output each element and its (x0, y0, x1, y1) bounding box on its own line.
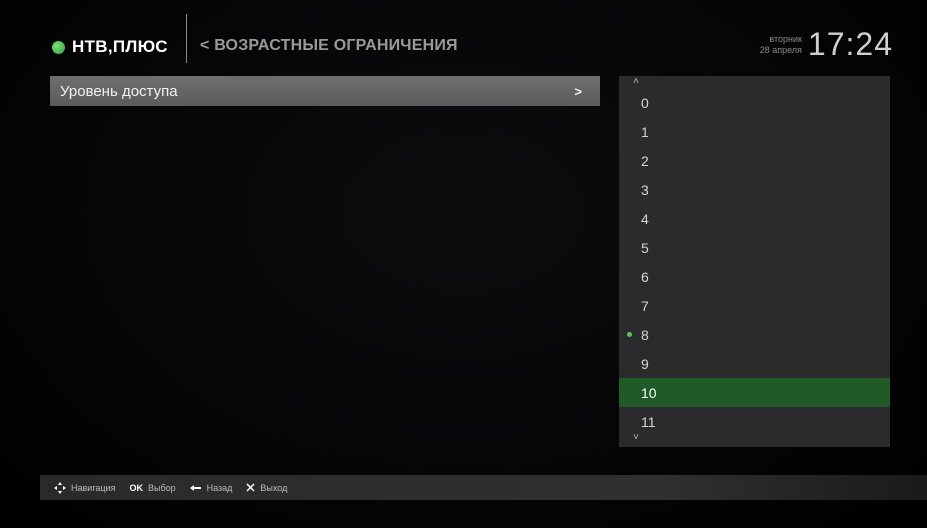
help-navigation: Навигация (54, 481, 116, 494)
date-block: вторник 28 апреля (760, 34, 802, 56)
list-item[interactable]: 7 (619, 291, 890, 320)
weekday: вторник (769, 33, 802, 44)
scroll-up-icon[interactable]: ˄ (633, 76, 639, 87)
datetime: вторник 28 апреля 17:24 (760, 26, 893, 63)
scroll-down-icon[interactable]: ˅ (633, 432, 639, 443)
access-level-list[interactable]: ˄ 0 1 2 3 4 5 6 7 8 9 10 11 ˅ (619, 76, 890, 447)
list-item[interactable]: 9 (619, 349, 890, 378)
logo-dot-icon (52, 40, 65, 54)
list-item[interactable]: 11 (619, 407, 890, 436)
help-bar: Навигация OK Выбор Назад Выход (40, 475, 927, 500)
header-divider (186, 14, 187, 63)
logo: НТВ,ПЛЮС (52, 37, 168, 57)
list-item[interactable]: 1 (619, 117, 890, 146)
header: НТВ,ПЛЮС < ВОЗРАСТНЫЕ ОГРАНИЧЕНИЯ вторни… (0, 0, 927, 70)
tv-settings-screen: НТВ,ПЛЮС < ВОЗРАСТНЫЕ ОГРАНИЧЕНИЯ вторни… (0, 0, 927, 528)
back-arrow-icon (189, 484, 202, 492)
menu-item-access-level[interactable]: Уровень доступа > (50, 76, 600, 106)
list-item-focused[interactable]: 10 (619, 378, 890, 407)
list-item[interactable]: 4 (619, 204, 890, 233)
list-item[interactable]: 3 (619, 175, 890, 204)
help-back: Назад (189, 482, 233, 493)
list-item-label: 8 (641, 326, 649, 343)
list-item[interactable]: 0 (619, 88, 890, 117)
logo-text: НТВ,ПЛЮС (72, 37, 168, 56)
help-back-label: Назад (206, 482, 233, 493)
list-item[interactable]: 2 (619, 146, 890, 175)
menu-item-label: Уровень доступа (60, 82, 178, 100)
chevron-right-icon: > (574, 83, 582, 99)
breadcrumb[interactable]: < ВОЗРАСТНЫЕ ОГРАНИЧЕНИЯ (200, 37, 458, 55)
ok-key: OK (129, 482, 143, 493)
help-navigation-label: Навигация (71, 482, 116, 493)
list-item[interactable]: 5 (619, 233, 890, 262)
dpad-icon (54, 481, 66, 494)
list-item[interactable]: 6 (619, 262, 890, 291)
help-exit-label: Выход (260, 482, 288, 493)
clock: 17:24 (807, 26, 893, 62)
close-icon (246, 483, 255, 492)
help-ok-label: Выбор (147, 482, 176, 493)
list-item-selected[interactable]: 8 (619, 320, 890, 349)
help-ok: OK Выбор (129, 483, 175, 493)
date: 28 апреля (759, 44, 802, 55)
help-exit: Выход (246, 483, 287, 493)
